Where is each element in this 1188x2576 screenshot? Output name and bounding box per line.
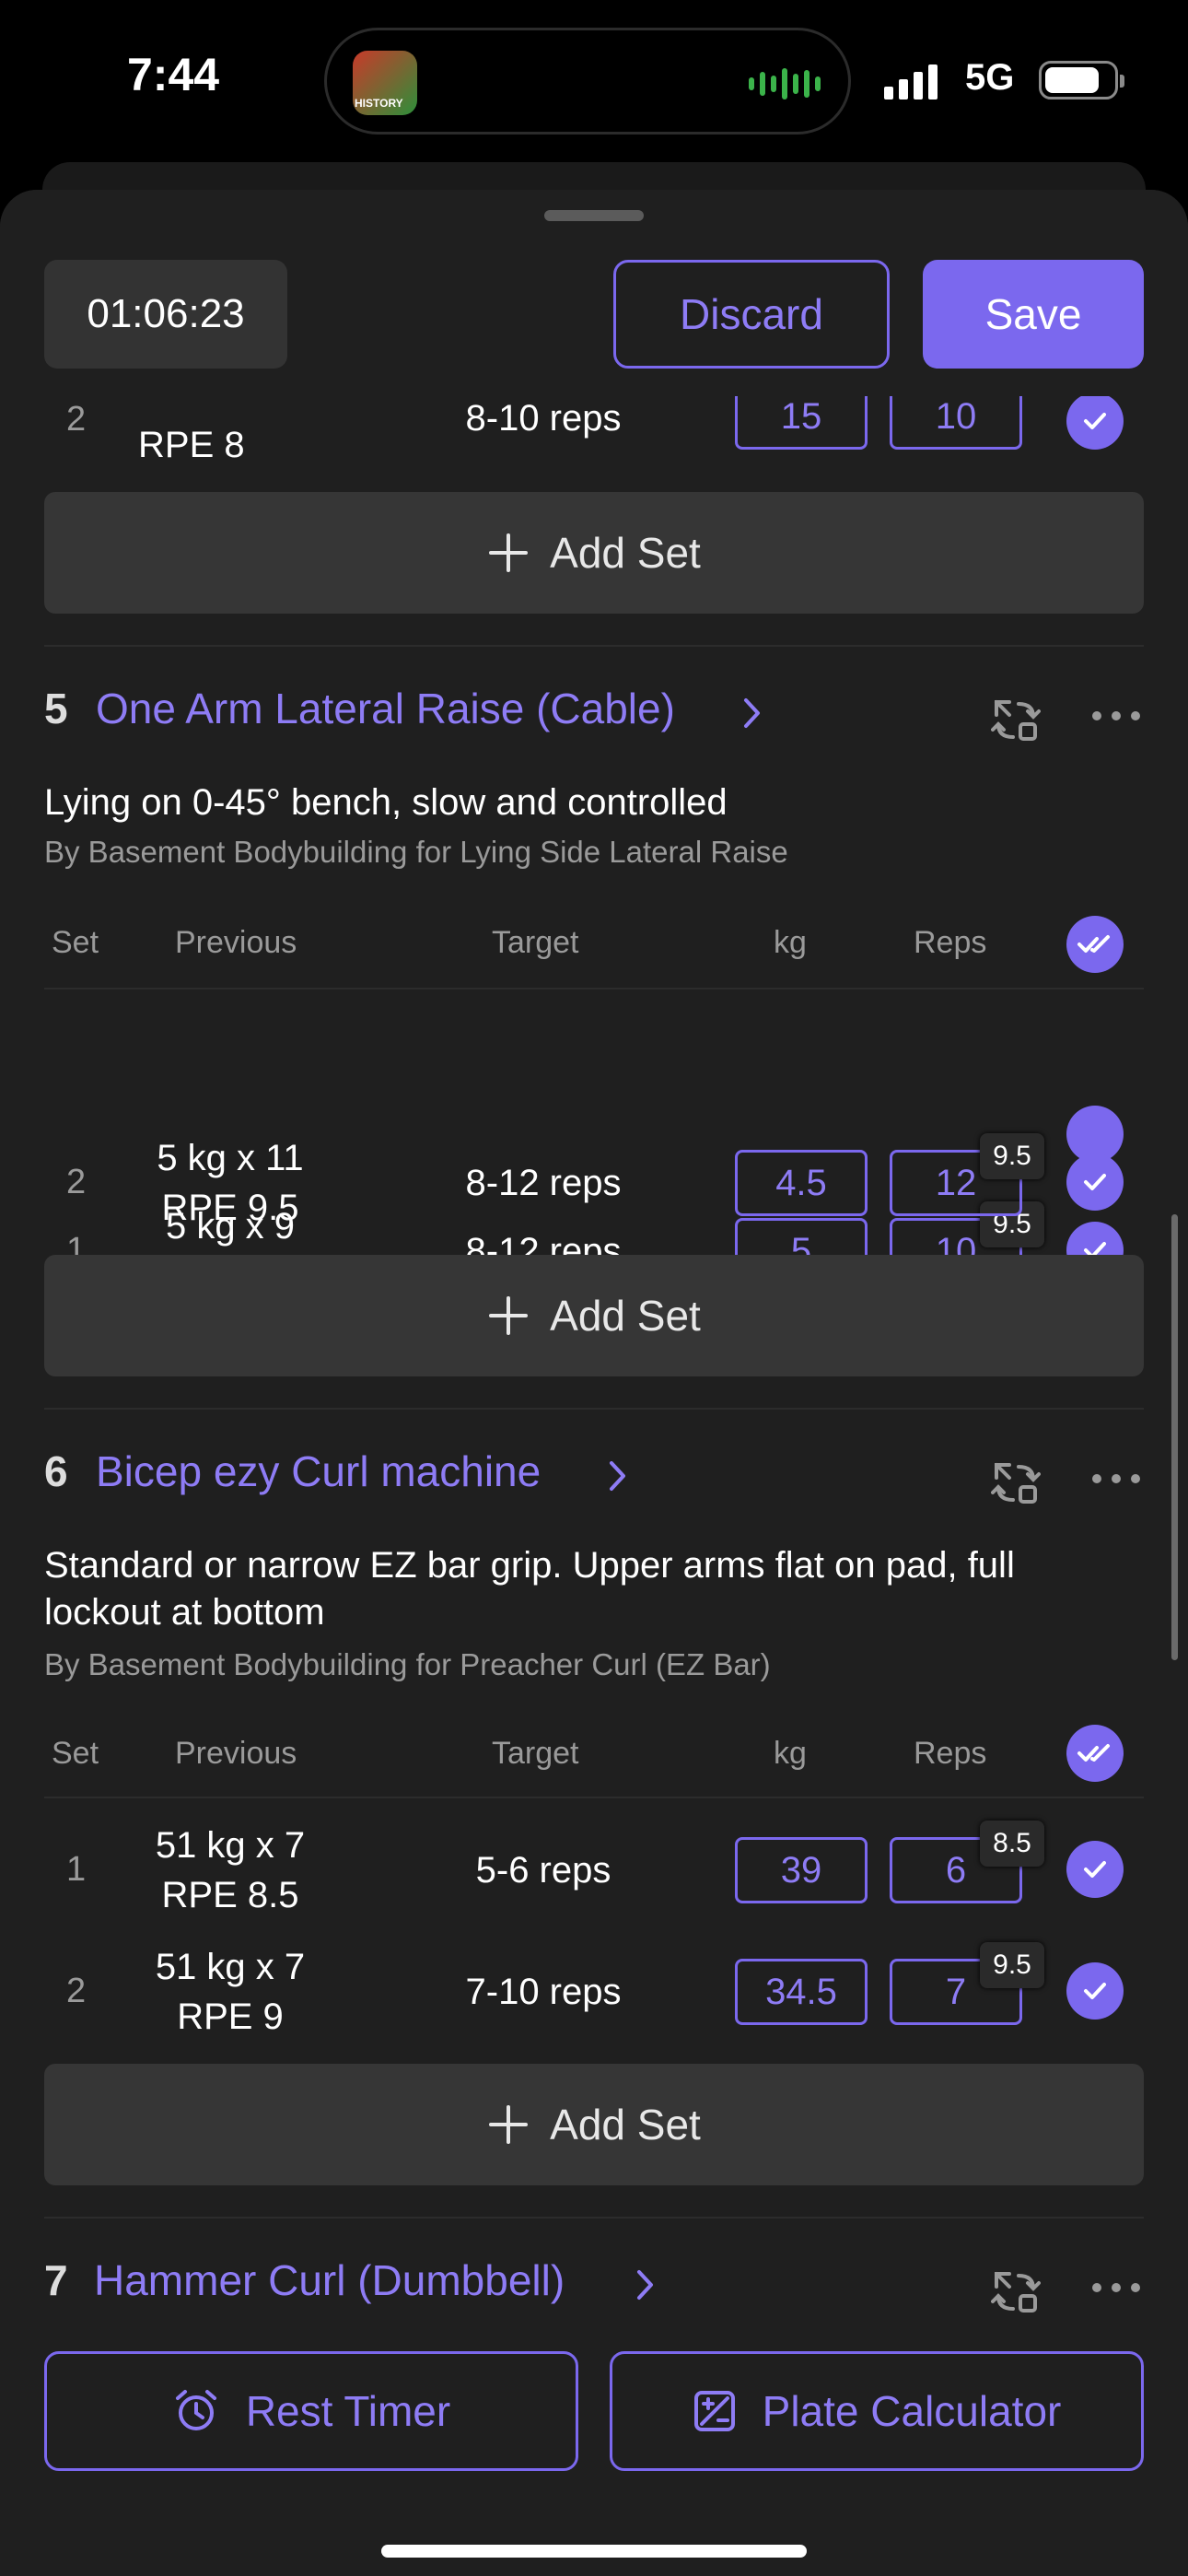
workout-timer[interactable]: 01:06:23 bbox=[44, 260, 287, 369]
plus-icon bbox=[489, 533, 529, 572]
battery-icon bbox=[1039, 61, 1124, 100]
column-previous: Previous bbox=[175, 925, 297, 960]
dynamic-island[interactable]: HISTORY bbox=[324, 28, 851, 135]
set-number: 2 bbox=[66, 400, 87, 439]
sheet-header: 01:06:23 Discard Save bbox=[0, 190, 1188, 396]
set-complete-checkbox[interactable] bbox=[1066, 1222, 1124, 1279]
previous-value: RPE 8 bbox=[138, 425, 245, 465]
chevron-right-icon[interactable] bbox=[742, 697, 763, 730]
save-button[interactable]: Save bbox=[923, 260, 1144, 369]
status-bar: 7:44 HISTORY 5G bbox=[0, 0, 1188, 157]
sheet-grabber[interactable] bbox=[544, 210, 644, 221]
divider bbox=[44, 645, 1144, 647]
calculator-icon bbox=[693, 2391, 735, 2431]
previous-value: 5 kg x 9 RPE 9.5 bbox=[161, 1206, 299, 1296]
target-reps: 8-10 reps bbox=[465, 398, 622, 439]
column-set: Set bbox=[52, 925, 99, 960]
workout-sheet: 01:06:23 Discard Save 2 RPE 8 8-10 reps … bbox=[0, 190, 1188, 2576]
add-set-button[interactable]: Add Set bbox=[44, 492, 1144, 614]
more-options-icon[interactable] bbox=[1090, 709, 1142, 722]
rest-timer-button[interactable]: Rest Timer bbox=[44, 2351, 578, 2471]
status-time: 7:44 bbox=[127, 49, 220, 100]
now-playing-app-icon: HISTORY bbox=[353, 51, 417, 115]
set-complete-checkbox[interactable] bbox=[1066, 392, 1124, 450]
home-indicator[interactable] bbox=[381, 2545, 807, 2558]
cellular-signal-icon bbox=[884, 64, 938, 100]
target-reps: 8-12 reps bbox=[465, 1231, 622, 1271]
network-type: 5G bbox=[965, 57, 1015, 98]
complete-all-button[interactable] bbox=[1066, 1106, 1124, 1163]
bottom-action-bar: Rest Timer Plate Calculator bbox=[0, 2327, 1188, 2576]
divider bbox=[44, 988, 1144, 989]
discard-button[interactable]: Discard bbox=[613, 260, 890, 369]
rpe-badge[interactable]: 9.5 bbox=[980, 1201, 1044, 1247]
alarm-clock-icon bbox=[175, 2390, 216, 2430]
exercise-note: Lying on 0-45° bench, slow and controlle… bbox=[44, 782, 728, 823]
column-kg: kg bbox=[774, 925, 807, 960]
replace-exercise-icon[interactable] bbox=[991, 695, 1041, 744]
note-author: By Basement Bodybuilding for Lying Side … bbox=[44, 835, 788, 869]
double-check-icon bbox=[1077, 935, 1110, 953]
exercise-number: 5 bbox=[44, 685, 68, 732]
complete-all-button[interactable] bbox=[1066, 916, 1124, 973]
set-number: 1 bbox=[66, 1231, 87, 1270]
exercise-name-link[interactable]: One Arm Lateral Raise (Cable) bbox=[96, 684, 675, 733]
checkmark-icon bbox=[1084, 1242, 1106, 1259]
column-reps: Reps bbox=[914, 925, 987, 960]
column-target: Target bbox=[492, 925, 579, 960]
audio-waveform-icon bbox=[749, 67, 821, 100]
kg-input[interactable]: 5 bbox=[735, 1218, 868, 1284]
checkmark-icon bbox=[1084, 413, 1106, 429]
plate-calculator-button[interactable]: Plate Calculator bbox=[610, 2351, 1144, 2471]
